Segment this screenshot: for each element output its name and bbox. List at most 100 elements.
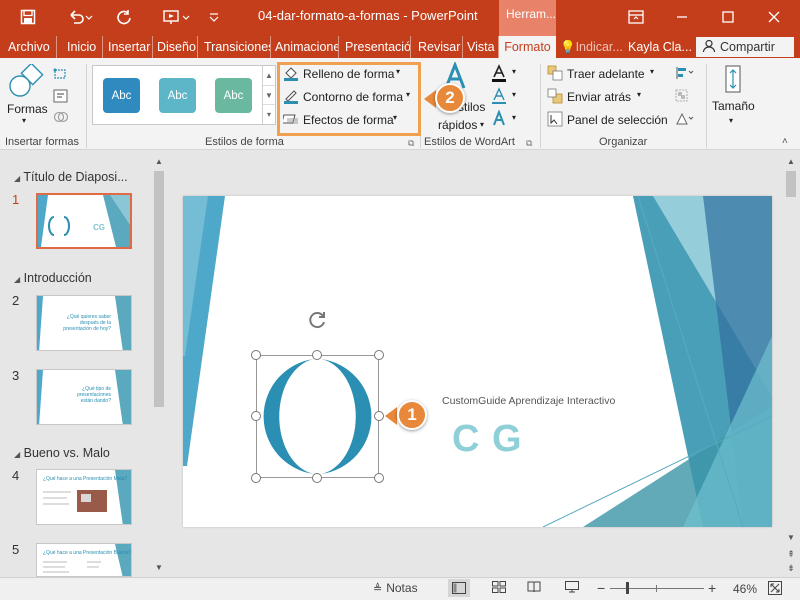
person-icon [702, 39, 716, 56]
normal-view-icon[interactable] [448, 579, 470, 597]
section-header[interactable]: ◢ Bueno vs. Malo [14, 446, 110, 460]
tab-animaciones[interactable]: Animaciones [271, 36, 339, 58]
tab-presentacion[interactable]: Presentació [341, 36, 411, 58]
slide-subtitle[interactable]: CustomGuide Aprendizaje Interactivo [442, 395, 615, 407]
tab-archivo[interactable]: Archivo [4, 36, 57, 58]
slideshow-view-icon[interactable] [565, 581, 579, 596]
resize-handle[interactable] [374, 411, 384, 421]
resize-handle[interactable] [251, 473, 261, 483]
thumb-text: ¿Qué tipo de presentaciones están dando? [77, 386, 111, 404]
wordart-launcher-icon[interactable]: ⧉ [526, 138, 532, 149]
close-icon[interactable] [752, 0, 796, 34]
zoom-slider-thumb[interactable] [626, 582, 629, 594]
scroll-up-icon[interactable]: ▲ [784, 155, 798, 169]
ribbon-display-options-icon[interactable] [614, 0, 658, 34]
slide-canvas[interactable]: CustomGuide Aprendizaje Interactivo C G [183, 196, 772, 527]
zoom-in-icon[interactable]: + [708, 580, 716, 596]
gallery-up-icon[interactable]: ▲ [263, 66, 275, 85]
slides-pane-scrollbar[interactable]: ▲ ▼ [152, 155, 166, 575]
tab-transiciones[interactable]: Transiciones [200, 36, 271, 58]
fit-slide-icon[interactable] [768, 581, 782, 598]
collapse-triangle-icon: ◢ [14, 174, 21, 183]
slide-thumbnail[interactable]: ¿Qué hace a una Presentación Mala? [36, 469, 132, 525]
text-box-icon[interactable] [53, 89, 69, 103]
shape-style-tile[interactable]: Abc [103, 78, 140, 113]
section-header[interactable]: ◢ Título de Diaposi... [14, 170, 128, 184]
tell-me-search[interactable]: 💡Indicar... [560, 36, 623, 58]
tab-insertar[interactable]: Insertar [104, 36, 153, 58]
editor-scrollbar[interactable]: ▲ ▼ ⇞ ⇟ [784, 155, 798, 575]
text-effects-button[interactable]: ▾ [490, 109, 520, 128]
slide-sorter-icon[interactable] [492, 581, 506, 596]
rotate-handle-icon[interactable] [308, 310, 328, 330]
resize-handle[interactable] [251, 411, 261, 421]
text-outline-button[interactable]: ▾ [490, 87, 520, 105]
ribbon-tabs: Archivo Inicio Insertar Diseño Transicio… [0, 36, 800, 58]
zoom-slider[interactable] [610, 582, 704, 594]
tab-inicio[interactable]: Inicio [63, 36, 103, 58]
scroll-down-icon[interactable]: ▼ [152, 561, 166, 575]
chevron-down-icon: ▾ [512, 113, 517, 122]
bring-forward-button[interactable]: Traer adelante ▾ [547, 65, 659, 83]
group-divider [540, 64, 541, 148]
customize-toolbar-icon[interactable] [200, 0, 228, 34]
user-account[interactable]: Kayla Cla... [628, 36, 692, 58]
minimize-icon[interactable] [660, 0, 704, 34]
gallery-more-icon[interactable]: ▾ [263, 104, 275, 123]
resize-handle[interactable] [374, 473, 384, 483]
scroll-thumb[interactable] [154, 171, 164, 407]
resize-handle[interactable] [251, 350, 261, 360]
redo-icon[interactable] [108, 0, 140, 34]
tab-formato[interactable]: Formato [499, 36, 556, 58]
group-objects-icon[interactable] [675, 89, 691, 103]
share-button[interactable]: Compartir [696, 37, 794, 57]
text-fill-button[interactable]: ▾ [490, 64, 520, 82]
notes-button[interactable]: ≜ Notas [373, 581, 418, 595]
highlight-frame [277, 62, 421, 136]
tab-revisar[interactable]: Revisar [414, 36, 463, 58]
tab-vista[interactable]: Vista [463, 36, 499, 58]
scroll-thumb[interactable] [786, 171, 796, 197]
zoom-out-icon[interactable]: − [597, 580, 605, 596]
resize-handle[interactable] [312, 350, 322, 360]
start-presentation-icon[interactable] [156, 0, 196, 34]
undo-icon[interactable] [60, 0, 100, 34]
zoom-level[interactable]: 46% [733, 582, 757, 596]
callout-arrow [385, 407, 397, 425]
slide-thumbnail[interactable]: CG [36, 193, 132, 249]
slide-thumbnail[interactable]: ¿Qué quieres saber después de la present… [36, 295, 132, 351]
scroll-down-icon[interactable]: ▼ [784, 531, 798, 545]
section-header[interactable]: ◢ Introducción [14, 271, 92, 285]
shape-style-tile[interactable]: Abc [215, 78, 252, 113]
shape-styles-launcher-icon[interactable]: ⧉ [408, 138, 414, 149]
collapse-ribbon-icon[interactable]: ˄ [782, 136, 788, 147]
gallery-scroll: ▲ ▼ ▾ [262, 66, 275, 124]
size-button[interactable]: Tamaño ▾ [710, 64, 756, 134]
reading-view-icon[interactable] [527, 581, 541, 596]
maximize-icon[interactable] [706, 0, 750, 34]
shapes-button[interactable]: Formas ▾ [4, 64, 48, 125]
save-icon[interactable] [12, 0, 44, 34]
rotate-icon[interactable] [675, 112, 694, 126]
edit-shape-icon[interactable] [53, 67, 69, 81]
title-bar: 04-dar-formato-a-formas - PowerPoint Her… [0, 0, 800, 36]
tab-diseno[interactable]: Diseño [153, 36, 198, 58]
slide-logo-text[interactable]: C G [452, 418, 523, 461]
selection-pane-button[interactable]: Panel de selección [547, 111, 668, 129]
slide-thumbnail[interactable]: ¿Qué tipo de presentaciones están dando? [36, 369, 132, 425]
bring-forward-label: Traer adelante [567, 67, 645, 81]
merge-shapes-icon[interactable] [53, 110, 69, 124]
slide-thumbnail[interactable]: ¿Qué hace a una Presentación Buena? [36, 543, 132, 577]
selected-shape[interactable] [256, 355, 379, 478]
scroll-up-icon[interactable]: ▲ [152, 155, 166, 169]
previous-slide-icon[interactable]: ⇞ [784, 547, 798, 561]
next-slide-icon[interactable]: ⇟ [784, 561, 798, 575]
send-backward-button[interactable]: Enviar atrás ▾ [547, 88, 647, 106]
align-icon[interactable] [675, 66, 694, 80]
chevron-down-icon: ▾ [512, 67, 517, 76]
status-bar: ≜ Notas − + 46% [0, 577, 800, 600]
gallery-down-icon[interactable]: ▼ [263, 85, 275, 104]
resize-handle[interactable] [312, 473, 322, 483]
shape-style-tile[interactable]: Abc [159, 78, 196, 113]
resize-handle[interactable] [374, 350, 384, 360]
